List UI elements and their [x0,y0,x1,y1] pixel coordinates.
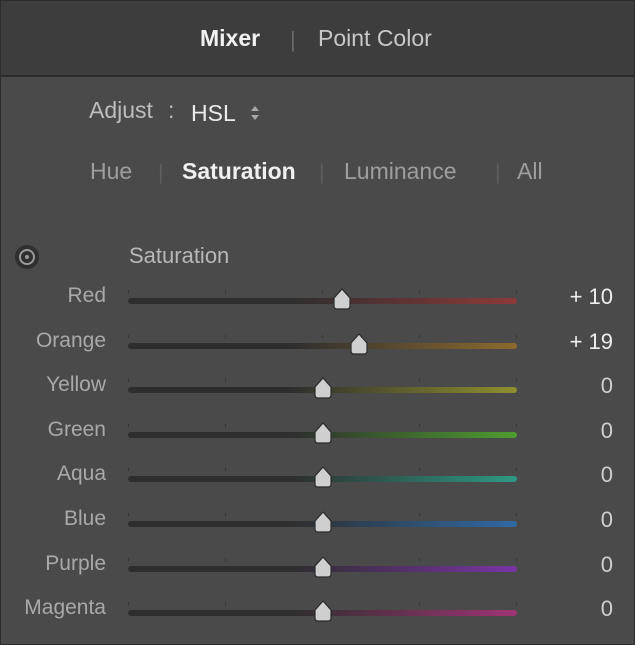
magenta-saturation-slider[interactable] [128,600,517,622]
slider-tick [128,513,129,516]
slider-row-purple: Purple 0 [1,552,634,586]
tab-saturation[interactable]: Saturation [182,158,296,185]
slider-tick [419,602,420,605]
slider-row-blue: Blue 0 [1,507,634,541]
slider-tick [516,468,517,471]
slider-tick [225,335,226,338]
slider-tick [128,290,129,293]
slider-label: Yellow [46,373,106,396]
adjust-mode-select[interactable]: HSL [191,97,260,129]
aqua-saturation-slider[interactable] [128,466,517,488]
section-title: Saturation [129,243,230,268]
slider-tick [419,290,420,293]
slider-value[interactable]: 0 [601,462,613,488]
slider-tick [419,468,420,471]
slider-row-green: Green 0 [1,418,634,452]
slider-tick [516,335,517,338]
slider-tick [322,290,323,293]
tab-luminance[interactable]: Luminance [344,158,457,185]
blue-saturation-slider[interactable] [128,511,517,533]
slider-tick [419,379,420,382]
adjust-colon: : [168,97,175,123]
green-saturation-slider[interactable] [128,422,517,444]
slider-thumb[interactable] [311,510,335,534]
slider-tick [128,424,129,427]
tab-point-color[interactable]: Point Color [318,25,432,52]
slider-tick [225,424,226,427]
slider-track [128,343,517,349]
slider-value[interactable]: + 19 [570,329,613,355]
slider-tick [128,379,129,382]
purple-saturation-slider[interactable] [128,556,517,578]
target-adjustment-icon[interactable] [15,245,39,269]
slider-label: Purple [45,552,106,575]
slider-tick [225,290,226,293]
slider-value[interactable]: 0 [601,373,613,399]
tab-mixer[interactable]: Mixer [200,25,260,52]
red-saturation-slider[interactable] [128,288,517,310]
slider-thumb[interactable] [311,421,335,445]
slider-value[interactable]: 0 [601,507,613,533]
slider-thumb[interactable] [311,376,335,400]
slider-tick [225,379,226,382]
hsl-color-panel: Mixer | Point Color Adjust : HSL Hue | S… [0,0,635,645]
tab-all[interactable]: All [517,158,543,185]
slider-value[interactable]: 0 [601,418,613,444]
slider-thumb[interactable] [330,287,354,311]
slider-row-orange: Orange + 19 [1,329,634,363]
slider-tick [225,602,226,605]
adjust-mode-value: HSL [191,99,236,126]
tab-separator: | [290,27,296,52]
slider-tick [419,335,420,338]
slider-tick [322,335,323,338]
slider-row-yellow: Yellow 0 [1,373,634,407]
slider-tick [419,424,420,427]
slider-tick [128,335,129,338]
slider-tick [225,558,226,561]
slider-tick [128,468,129,471]
mode-separator: | [319,161,325,184]
slider-thumb[interactable] [311,465,335,489]
mode-separator: | [495,161,501,184]
adjust-label: Adjust [89,97,153,123]
slider-tick [225,513,226,516]
slider-tick [128,558,129,561]
slider-tick [516,424,517,427]
orange-saturation-slider[interactable] [128,333,517,355]
slider-tick [419,558,420,561]
slider-label: Magenta [24,596,106,619]
slider-label: Orange [35,329,106,352]
slider-label: Blue [63,507,106,530]
slider-row-aqua: Aqua 0 [1,462,634,496]
slider-row-magenta: Magenta 0 [1,596,634,630]
slider-tick [225,468,226,471]
slider-value[interactable]: 0 [601,552,613,578]
slider-thumb[interactable] [311,599,335,623]
slider-label: Red [67,284,106,307]
slider-tick [516,513,517,516]
slider-track [128,298,517,304]
slider-tick [516,379,517,382]
slider-tick [516,558,517,561]
slider-tick [516,602,517,605]
updown-icon [250,103,260,123]
slider-thumb[interactable] [311,555,335,579]
yellow-saturation-slider[interactable] [128,377,517,399]
slider-tick [419,513,420,516]
slider-label: Green [47,418,106,441]
slider-ticks [128,335,517,339]
slider-thumb[interactable] [347,332,371,356]
mode-separator: | [158,161,164,184]
slider-tick [516,290,517,293]
slider-tick [128,602,129,605]
slider-value[interactable]: 0 [601,596,613,622]
slider-label: Aqua [56,462,106,485]
slider-ticks [128,290,517,294]
tab-hue[interactable]: Hue [90,158,132,185]
panel-header: Mixer | Point Color [1,1,634,77]
slider-row-red: Red + 10 [1,284,634,318]
slider-value[interactable]: + 10 [570,284,613,310]
